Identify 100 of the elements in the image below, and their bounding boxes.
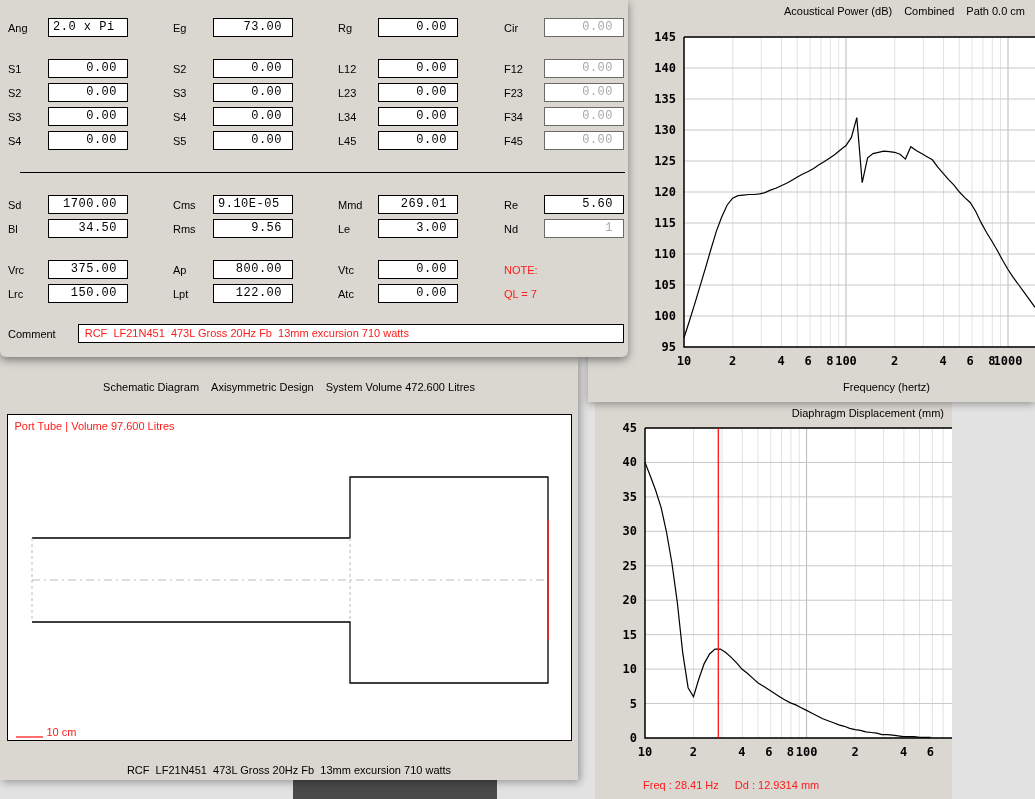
tick-label: 4 <box>899 745 908 759</box>
value-field[interactable]: 5.60 <box>544 195 624 214</box>
tick-label: 135 <box>654 92 676 106</box>
field-label: S2 <box>8 86 23 99</box>
field-label: S3 <box>173 86 188 99</box>
field-label: Nd <box>504 222 520 235</box>
field-label: Rg <box>338 21 354 34</box>
value-field[interactable]: 0.00 <box>213 59 293 78</box>
diagram-title: System Volume 472.600 Litres <box>325 380 475 395</box>
tick-label: 2 <box>891 354 899 368</box>
value-field[interactable]: 122.00 <box>213 284 293 303</box>
value-field[interactable]: 0.00 <box>378 107 458 126</box>
value-field[interactable]: 2.0 x Pi <box>48 18 128 37</box>
tick-label: 4 <box>738 745 746 759</box>
value-field[interactable]: 0.00 <box>48 59 128 78</box>
value-field[interactable]: 0.00 <box>48 107 128 126</box>
value-field[interactable]: 0.00 <box>378 83 458 102</box>
tick-label: 6 <box>926 745 935 759</box>
field-label: F23 <box>504 86 524 99</box>
chart-title: Acoustical Power (dB) <box>783 5 893 19</box>
tick-label: 125 <box>654 154 676 168</box>
value-field[interactable]: 9.56 <box>213 219 293 238</box>
tick-label: 100 <box>654 309 676 323</box>
tick-label: 2 <box>729 354 737 368</box>
tick-label: 15 <box>622 627 637 642</box>
tick-label: 130 <box>654 123 676 137</box>
value-field[interactable]: 0.00 <box>48 83 128 102</box>
comment-field[interactable]: RCF LF21N451 473L Gross 20Hz Fb 13mm excursion 710 watts <box>77 324 624 343</box>
value-field[interactable]: 0.00 <box>378 284 458 303</box>
field-label: L23 <box>338 86 358 99</box>
value-field[interactable]: 0.00 <box>213 107 293 126</box>
tick-label: 25 <box>622 558 637 573</box>
value-field[interactable]: 73.00 <box>213 18 293 37</box>
tick-label: 95 <box>661 340 676 354</box>
field-label: Rms <box>173 222 197 235</box>
field-label: Bl <box>8 222 19 235</box>
tick-label: 8 <box>988 354 996 368</box>
design-caption: RCF LF21N451 473L Gross 20Hz Fb 13mm excursion 710 watts <box>126 764 452 776</box>
tick-label: 4 <box>939 354 947 368</box>
field-label: Ap <box>173 263 188 276</box>
field-label: L45 <box>338 134 358 147</box>
note-text: NOTE: <box>504 263 538 276</box>
field-label: L12 <box>338 62 358 75</box>
axis-title: Frequency (hertz) <box>843 381 930 393</box>
value-field[interactable]: 0.00 <box>213 131 293 150</box>
field-label: L34 <box>338 110 358 123</box>
value-field[interactable]: 3.00 <box>378 219 458 238</box>
readout-text: Freq : 28.41 Hz <box>643 779 719 791</box>
value-field[interactable]: 0.00 <box>48 131 128 150</box>
tick-label: 20 <box>622 593 637 608</box>
field-label: Sd <box>8 198 23 211</box>
field-label: Vtc <box>338 263 355 276</box>
tick-label: 105 <box>654 278 676 292</box>
tick-label: 2 <box>689 745 698 759</box>
value-field[interactable]: 0.00 <box>378 131 458 150</box>
field-label: Le <box>338 222 352 235</box>
value-field[interactable]: 269.01 <box>378 195 458 214</box>
tick-label: 100 <box>835 354 857 368</box>
field-label: S4 <box>8 134 23 147</box>
tick-label: 120 <box>654 185 676 199</box>
tick-label: 40 <box>622 455 637 470</box>
field-label: Cms <box>173 198 197 211</box>
tick-label: 8 <box>786 745 795 759</box>
value-field[interactable]: 1700.00 <box>48 195 128 214</box>
field-label: Lpt <box>173 287 190 300</box>
field-label: Eg <box>173 21 188 34</box>
tick-label: 140 <box>654 61 676 75</box>
field-label: F34 <box>504 110 524 123</box>
tick-label: 110 <box>654 247 676 261</box>
field-label: S4 <box>173 110 188 123</box>
value-field[interactable]: 150.00 <box>48 284 128 303</box>
field-label: S2 <box>173 62 188 75</box>
tick-label: 10 <box>622 662 637 677</box>
field-label: Mmd <box>338 198 364 211</box>
value-field[interactable]: 0.00 <box>378 18 458 37</box>
value-field[interactable]: 0.00 <box>378 260 458 279</box>
field-label: F45 <box>504 134 524 147</box>
value-field[interactable]: 0.00 <box>378 59 458 78</box>
note-text: QL = 7 <box>504 287 537 300</box>
scale-bar <box>14 736 44 738</box>
value-field[interactable]: 9.10E-05 <box>213 195 293 214</box>
scale-label: 10 cm <box>46 726 77 738</box>
tick-label: 100 <box>795 745 818 759</box>
field-label: Lrc <box>8 287 25 300</box>
header-text: Combined <box>904 5 955 19</box>
diagram-title: Axisymmetric Design <box>211 380 314 395</box>
field-label: Re <box>504 198 520 211</box>
tick-label: 5 <box>629 696 637 711</box>
tick-label: 10 <box>676 354 692 368</box>
diagram-title: Schematic Diagram <box>103 380 200 395</box>
value-field[interactable]: 800.00 <box>213 260 293 279</box>
field-label: S1 <box>8 62 23 75</box>
value-field[interactable]: 0.00 <box>213 83 293 102</box>
tick-label: 115 <box>654 216 676 230</box>
tick-label: 6 <box>765 745 773 759</box>
field-label: Comment <box>8 326 56 341</box>
readout-text: Dd : 12.9314 mm <box>734 779 820 791</box>
value-field[interactable]: 34.50 <box>48 219 128 238</box>
value-field[interactable]: 375.00 <box>48 260 128 279</box>
field-label: S3 <box>8 110 23 123</box>
